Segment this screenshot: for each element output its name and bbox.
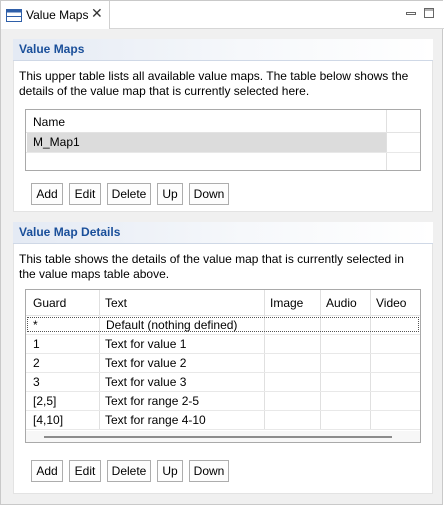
up-button[interactable]: Up [157, 183, 183, 205]
text-cell: Text for range 4-10 [105, 413, 206, 427]
text-cell: Text for value 2 [105, 356, 187, 370]
section-title: Value Map Details [19, 225, 121, 239]
column-header-guard[interactable]: Guard [33, 297, 66, 310]
details-description: This table shows the details of the valu… [19, 252, 404, 281]
guard-cell: * [33, 318, 38, 332]
tab-bar: Value Maps ✕ [1, 1, 444, 29]
column-header-image[interactable]: Image [270, 297, 303, 310]
header-divider [26, 315, 420, 316]
add-button[interactable]: Add [31, 183, 63, 205]
table-row[interactable]: M_Map1 [27, 133, 386, 152]
guard-cell: [2,5] [33, 394, 57, 408]
up-button[interactable]: Up [157, 460, 183, 482]
maximize-icon[interactable] [423, 7, 435, 22]
edit-button[interactable]: Edit [69, 183, 101, 205]
table-row[interactable]: 3 Text for value 3 [26, 373, 420, 391]
section-title: Value Maps [19, 42, 85, 56]
text-cell: Text for value 3 [105, 375, 187, 389]
horizontal-scrollbar[interactable] [26, 431, 420, 442]
value-map-details-section-header[interactable]: Value Map Details [13, 222, 433, 244]
delete-button[interactable]: Delete [107, 460, 151, 482]
guard-cell: 1 [33, 337, 40, 351]
text-cell: Text for range 2-5 [105, 394, 200, 408]
column-header-name[interactable]: Name [33, 116, 65, 129]
tab-label: Value Maps [26, 8, 89, 22]
tab-value-maps[interactable]: Value Maps ✕ [1, 1, 110, 29]
column-header-text[interactable]: Text [105, 297, 127, 310]
column-header-video[interactable]: Video [376, 297, 406, 310]
minimize-icon[interactable] [405, 7, 417, 22]
down-button[interactable]: Down [189, 460, 229, 482]
text-cell: Default (nothing defined) [106, 318, 238, 332]
value-maps-view: Value Maps ✕ Value Maps This upper table… [0, 0, 444, 505]
value-maps-table[interactable]: Name M_Map1 [25, 109, 421, 171]
table-row[interactable]: * Default (nothing defined) [27, 317, 419, 332]
value-maps-description: This upper table lists all available val… [19, 69, 409, 98]
column-header-audio[interactable]: Audio [326, 297, 357, 310]
guard-cell: [4,10] [33, 413, 64, 427]
guard-cell: 2 [33, 356, 40, 370]
row-divider [26, 429, 420, 430]
table-row[interactable]: [2,5] Text for range 2-5 [26, 392, 420, 410]
close-icon[interactable]: ✕ [91, 6, 103, 20]
value-map-details-table[interactable]: Guard Text Image Audio Video * Default (… [25, 289, 421, 443]
map-name-cell: M_Map1 [33, 135, 80, 149]
text-cell: Text for value 1 [105, 337, 187, 351]
row-divider [26, 152, 420, 153]
table-row[interactable]: [4,10] Text for range 4-10 [26, 411, 420, 429]
edit-button[interactable]: Edit [69, 460, 101, 482]
table-row[interactable]: 1 Text for value 1 [26, 335, 420, 353]
table-row[interactable]: 2 Text for value 2 [26, 354, 420, 372]
delete-button[interactable]: Delete [107, 183, 151, 205]
column-divider [386, 110, 387, 170]
value-maps-section-header[interactable]: Value Maps [13, 39, 433, 61]
down-button[interactable]: Down [189, 183, 229, 205]
guard-cell: 3 [33, 375, 40, 389]
add-button[interactable]: Add [31, 460, 63, 482]
table-view-icon [6, 9, 22, 25]
scrollbar-thumb[interactable] [44, 436, 392, 438]
